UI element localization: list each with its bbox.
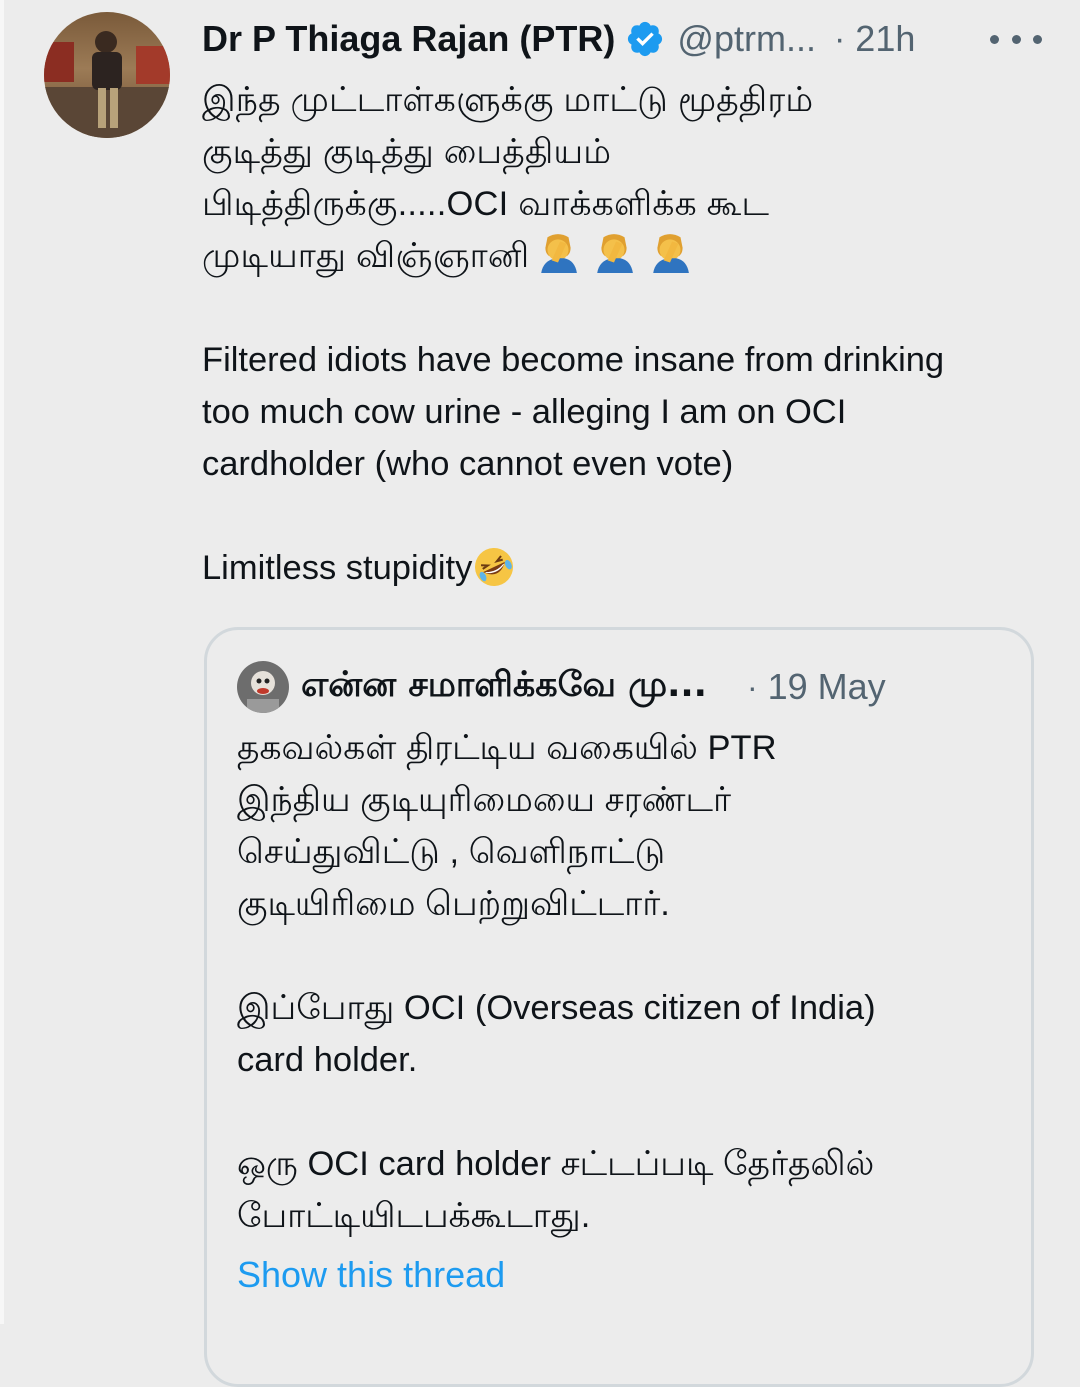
tweet-english-line: cardholder (who cannot even vote) bbox=[202, 445, 734, 483]
quoted-author-name[interactable]: என்ன சமாளிக்கவே மு... bbox=[301, 665, 707, 709]
tweet-tamil-line: குடித்து குடித்து பைத்தியம் bbox=[202, 133, 612, 171]
tweet-text: இந்த முட்டாள்களுக்கு மாட்டு மூத்திரம் கு… bbox=[202, 74, 1042, 594]
verified-badge-icon bbox=[628, 21, 663, 57]
quoted-line: card holder. bbox=[237, 1041, 418, 1079]
facepalm-emoji-icon bbox=[653, 234, 690, 273]
author-handle[interactable]: @ptrm... bbox=[677, 18, 816, 60]
facepalm-emoji-icon bbox=[597, 234, 634, 273]
more-options-icon[interactable] bbox=[990, 26, 1042, 52]
left-edge bbox=[0, 0, 4, 1324]
separator-dot: · bbox=[746, 668, 758, 705]
quoted-tweet-header: என்ன சமாளிக்கவே மு... · 19 May bbox=[237, 658, 1007, 716]
facepalm-emoji-icon bbox=[541, 234, 578, 273]
quoted-line: இப்போது OCI (Overseas citizen of India) bbox=[237, 989, 876, 1027]
facepalm-emojis bbox=[537, 231, 691, 273]
separator-dot: · bbox=[833, 19, 846, 58]
quoted-tweet[interactable]: என்ன சமாளிக்கவே மு... · 19 May தகவல்கள் … bbox=[204, 627, 1034, 1387]
rolling-laughing-emoji-icon bbox=[475, 548, 514, 586]
quoted-line: செய்துவிட்டு , வெளிநாட்டு bbox=[237, 833, 666, 871]
author-name[interactable]: Dr P Thiaga Rajan (PTR) bbox=[202, 18, 615, 60]
tweet-header: Dr P Thiaga Rajan (PTR) @ptrm... · 21h bbox=[202, 14, 1042, 64]
tweet-tamil-line-last: முடியாது விஞ்ஞானி bbox=[202, 230, 1042, 282]
tweet-tamil-line: பிடித்திருக்கு.....OCI வாக்களிக்க கூட bbox=[202, 185, 770, 223]
tweet-tamil-line: இந்த முட்டாள்களுக்கு மாட்டு மூத்திரம் bbox=[202, 81, 814, 119]
quoted-timestamp[interactable]: 19 May bbox=[768, 666, 886, 708]
tweet-closing-text: Limitless stupidity bbox=[202, 549, 473, 587]
tweet-english-line: too much cow urine - alleging I am on OC… bbox=[202, 393, 847, 431]
quoted-line: குடியிரிமை பெற்றுவிட்டார். bbox=[237, 885, 670, 923]
quoted-tweet-text: தகவல்கள் திரட்டிய வகையில் PTR இந்திய குட… bbox=[237, 722, 1017, 1242]
quoted-line: தகவல்கள் திரட்டிய வகையில் PTR bbox=[237, 729, 777, 767]
show-thread-link[interactable]: Show this thread bbox=[237, 1254, 505, 1296]
tweet-closing-line: Limitless stupidity bbox=[202, 542, 1042, 594]
quoted-line: இந்திய குடியுரிமையை சரண்டர் bbox=[237, 781, 731, 819]
tweet-timestamp[interactable]: 21h bbox=[855, 18, 915, 60]
tweet-tamil-line: முடியாது விஞ்ஞானி bbox=[202, 237, 530, 275]
author-avatar[interactable] bbox=[44, 12, 170, 138]
quoted-line: ஒரு OCI card holder சட்டப்படி தேர்தலில் bbox=[237, 1145, 875, 1183]
tweet-english-line: Filtered idiots have become insane from … bbox=[202, 341, 945, 379]
quoted-line: போட்டியிடபக்கூடாது. bbox=[237, 1197, 591, 1235]
quoted-author-avatar bbox=[237, 661, 289, 713]
